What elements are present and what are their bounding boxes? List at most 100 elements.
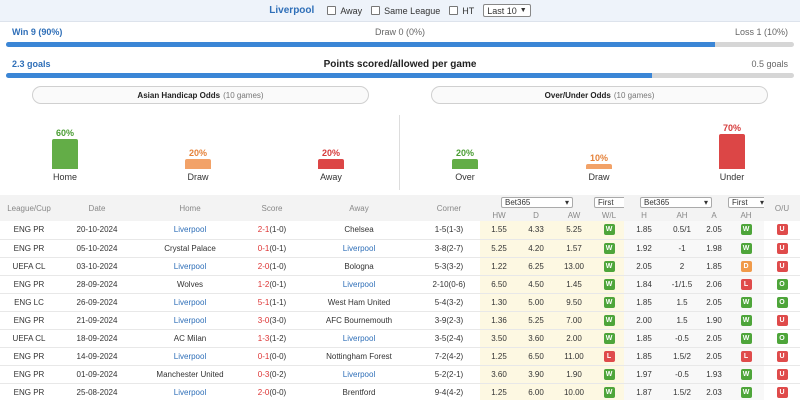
wl-badge: W <box>603 242 615 254</box>
table-row[interactable]: ENG PR 25-08-2024 Liverpool 2-0(0-0) Brentfo… <box>0 383 800 400</box>
corner-cell: 1-5(1-3) <box>434 225 464 235</box>
score-cell: 1-2(0-1) <box>244 275 300 293</box>
corner-cell: 5-4(3-2) <box>434 297 464 307</box>
ah-line-cell: 1.5/2 <box>664 347 700 365</box>
a-odds-cell: 1.98 <box>700 239 728 257</box>
away-filter[interactable]: Away <box>327 6 362 16</box>
ah-line-cell: 1.5/2 <box>664 383 700 400</box>
date-cell: 20-10-2024 <box>76 225 118 235</box>
ah-draw-bar <box>185 159 211 169</box>
home-team-link[interactable]: Wolves <box>136 275 244 293</box>
half-time-score: (0-0) <box>269 387 287 397</box>
ah-result-cell: W <box>728 383 764 400</box>
ah-result-cell: W <box>728 365 764 383</box>
asian-handicap-header: Asian Handicap Odds (10 games) <box>32 86 369 104</box>
away-team-link[interactable]: Brentford <box>300 383 418 400</box>
home-team-link[interactable]: Liverpool <box>136 221 244 239</box>
ah-away-pct: 20% <box>321 148 340 158</box>
ht-filter[interactable]: HT <box>449 6 474 16</box>
aw-odds-cell: 5.25 <box>554 221 594 239</box>
home-team-link[interactable]: Crystal Palace <box>136 239 244 257</box>
ou-result-badge: U <box>776 314 788 326</box>
away-team-link[interactable]: AFC Bournemouth <box>300 311 418 329</box>
d-odds-cell: 4.33 <box>518 221 554 239</box>
home-team-link[interactable]: Liverpool <box>136 257 244 275</box>
table-row[interactable]: ENG PR 14-09-2024 Liverpool 0-1(0-0) Notting… <box>0 347 800 365</box>
col-score: Score <box>244 195 300 221</box>
a-odds-cell: 2.05 <box>700 221 728 239</box>
table-row[interactable]: ENG PR 21-09-2024 Liverpool 3-0(3-0) AFC Bou… <box>0 311 800 329</box>
col-ah: AH <box>664 209 700 221</box>
hw-odds-cell: 1.25 <box>480 383 518 400</box>
away-team-link[interactable]: Liverpool <box>300 365 418 383</box>
date-cell: 21-09-2024 <box>76 315 118 325</box>
table-row[interactable]: ENG LC 26-09-2024 Liverpool 5-1(1-1) West Ha… <box>0 293 800 311</box>
aw-odds-cell: 1.57 <box>554 239 594 257</box>
ou-under-stat: 70% Under <box>707 123 757 182</box>
table-row[interactable]: ENG PR 01-09-2024 Manchester United 0-3(0-2… <box>0 365 800 383</box>
league-cell: ENG PR <box>13 225 45 235</box>
aw-odds-cell: 11.00 <box>554 347 594 365</box>
away-team-link[interactable]: Liverpool <box>300 239 418 257</box>
corner-cell: 3-5(2-4) <box>434 333 464 343</box>
away-team-link[interactable]: Nottingham Forest <box>300 347 418 365</box>
bookmaker-select-1[interactable]: Bet365 ▾ <box>501 196 573 208</box>
win-ratio-fill <box>6 42 716 47</box>
home-team-link[interactable]: Manchester United <box>136 365 244 383</box>
table-row[interactable]: ENG PR 28-09-2024 Wolves 1-2(0-1) Liverpool 2… <box>0 275 800 293</box>
goals-ratio-bar <box>6 73 794 78</box>
league-cell: ENG PR <box>13 351 45 361</box>
table-row[interactable]: UEFA CL 03-10-2024 Liverpool 2-0(1-0) Bologn… <box>0 257 800 275</box>
table-row[interactable]: ENG PR 20-10-2024 Liverpool 2-1(1-0) Chelsea… <box>0 221 800 239</box>
ou-under-label: Under <box>719 172 745 182</box>
d-odds-cell: 3.60 <box>518 329 554 347</box>
same-league-checkbox[interactable] <box>371 6 381 15</box>
wl-cell: W <box>594 275 624 293</box>
h-odds-cell: 1.85 <box>624 221 664 239</box>
full-time-score: 2-1 <box>257 225 270 235</box>
table-row[interactable]: ENG PR 05-10-2024 Crystal Palace 0-1(0-1) Li… <box>0 239 800 257</box>
home-team-link[interactable]: Liverpool <box>136 293 244 311</box>
table-row[interactable]: UEFA CL 18-09-2024 AC Milan 1-3(1-2) Liverpo… <box>0 329 800 347</box>
date-cell: 28-09-2024 <box>76 279 118 289</box>
ou-over-label: Over <box>455 172 475 182</box>
col-home: Home <box>136 195 244 221</box>
wl-cell: W <box>594 329 624 347</box>
bookmaker-select-2[interactable]: Bet365 ▾ <box>640 196 712 208</box>
away-team-link[interactable]: West Ham United <box>300 293 418 311</box>
period-select-1[interactable]: First▾ <box>594 196 624 208</box>
home-team-link[interactable]: Liverpool <box>136 347 244 365</box>
aw-odds-cell: 7.00 <box>554 311 594 329</box>
last-games-select[interactable]: Last 10 ▼ <box>483 4 531 17</box>
date-cell: 25-08-2024 <box>76 387 118 397</box>
half-time-score: (1-1) <box>269 297 287 307</box>
away-team-link[interactable]: Bologna <box>300 257 418 275</box>
aw-odds-cell: 10.00 <box>554 383 594 400</box>
home-team-link[interactable]: Liverpool <box>136 383 244 400</box>
league-cell: ENG PR <box>13 243 45 253</box>
col-wl: W/L <box>594 209 624 221</box>
period-select-2[interactable]: First ▾ <box>728 196 764 208</box>
league-cell: UEFA CL <box>12 261 46 271</box>
same-league-filter[interactable]: Same League <box>371 6 440 16</box>
col-a: A <box>700 209 728 221</box>
loss-stat: Loss 1 (10%) <box>734 27 788 37</box>
full-time-score: 0-1 <box>257 351 270 361</box>
ah-result-badge: W <box>740 386 752 398</box>
hw-odds-cell: 1.36 <box>480 311 518 329</box>
home-team-link[interactable]: Liverpool <box>136 311 244 329</box>
home-team-link[interactable]: AC Milan <box>136 329 244 347</box>
away-team-link[interactable]: Liverpool <box>300 329 418 347</box>
ou-result-cell: U <box>764 383 800 400</box>
wl-badge: W <box>603 296 615 308</box>
score-cell: 1-3(1-2) <box>244 329 300 347</box>
ah-result-badge: L <box>740 278 752 290</box>
away-team-link[interactable]: Chelsea <box>300 221 418 239</box>
away-checkbox[interactable] <box>327 6 337 15</box>
full-time-score: 1-2 <box>257 279 270 289</box>
away-team-link[interactable]: Liverpool <box>300 275 418 293</box>
wl-badge: W <box>603 332 615 344</box>
ah-result-cell: W <box>728 293 764 311</box>
ah-result-badge: W <box>740 242 752 254</box>
ht-checkbox[interactable] <box>449 6 459 15</box>
